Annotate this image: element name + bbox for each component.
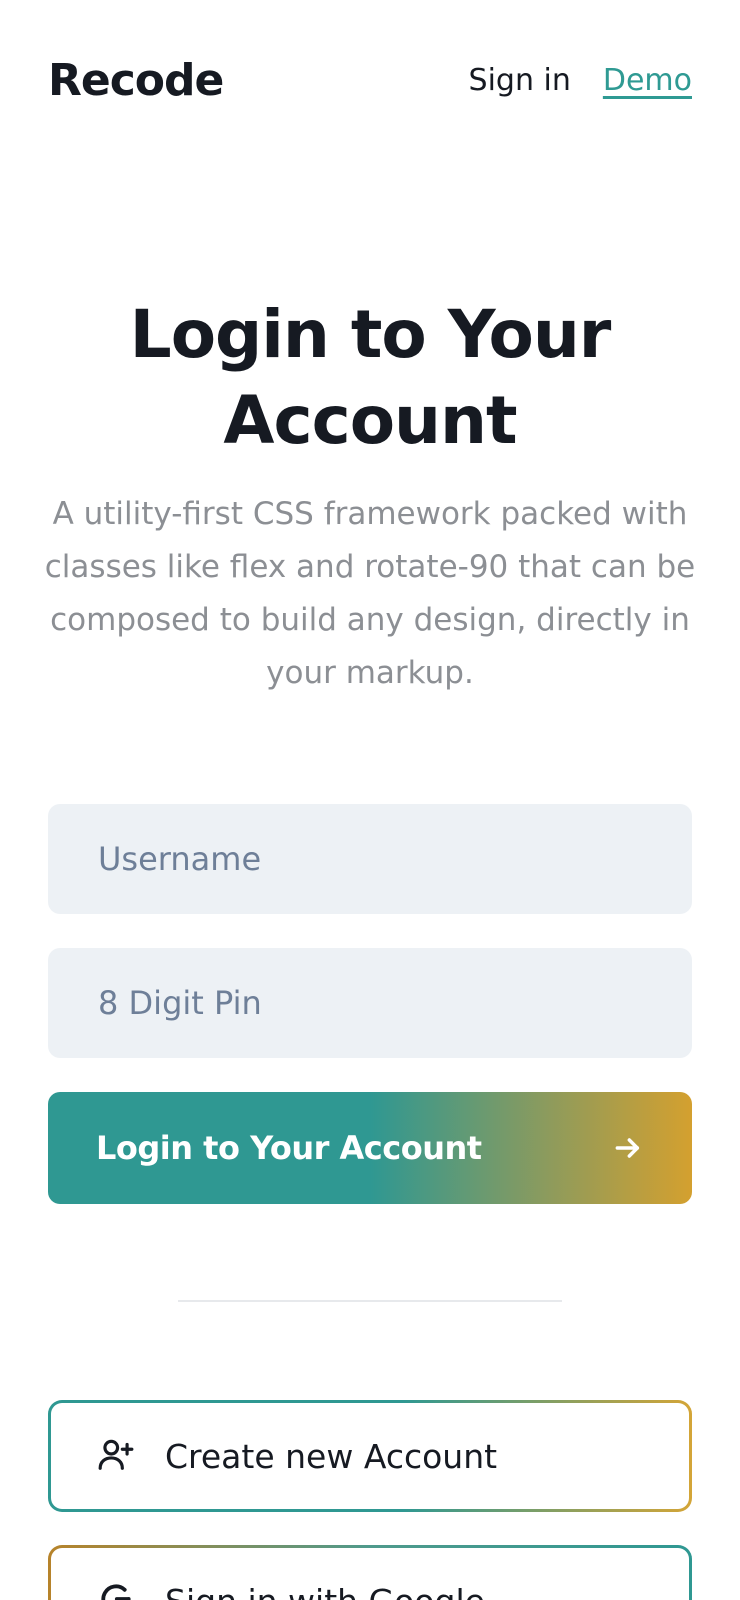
pin-input[interactable] bbox=[48, 948, 692, 1058]
google-signin-inner: Sign in with Google bbox=[51, 1548, 689, 1600]
create-account-label: Create new Account bbox=[165, 1436, 498, 1476]
page-title: Login to Your Account bbox=[129, 296, 612, 459]
top-nav: Sign in Demo bbox=[469, 63, 692, 98]
username-input[interactable] bbox=[48, 804, 692, 914]
nav-demo-link[interactable]: Demo bbox=[603, 63, 692, 98]
login-page: Recode Sign in Demo Login to Your Accoun… bbox=[0, 0, 740, 1600]
arrow-right-icon bbox=[612, 1132, 644, 1164]
brand-logo[interactable]: Recode bbox=[48, 55, 224, 106]
create-account-button[interactable]: Create new Account bbox=[48, 1400, 692, 1512]
page-subtitle: A utility-first CSS framework packed wit… bbox=[44, 496, 696, 691]
google-signin-label: Sign in with Google bbox=[165, 1582, 485, 1600]
login-button[interactable]: Login to Your Account bbox=[48, 1092, 692, 1204]
section-divider bbox=[178, 1300, 562, 1302]
google-signin-button[interactable]: Sign in with Google bbox=[48, 1545, 692, 1600]
nav-signin-link[interactable]: Sign in bbox=[469, 63, 571, 98]
google-icon bbox=[97, 1580, 135, 1600]
top-header: Recode Sign in Demo bbox=[48, 48, 692, 112]
create-account-inner: Create new Account bbox=[51, 1403, 689, 1509]
user-plus-icon bbox=[97, 1435, 135, 1477]
login-button-label: Login to Your Account bbox=[96, 1129, 482, 1167]
